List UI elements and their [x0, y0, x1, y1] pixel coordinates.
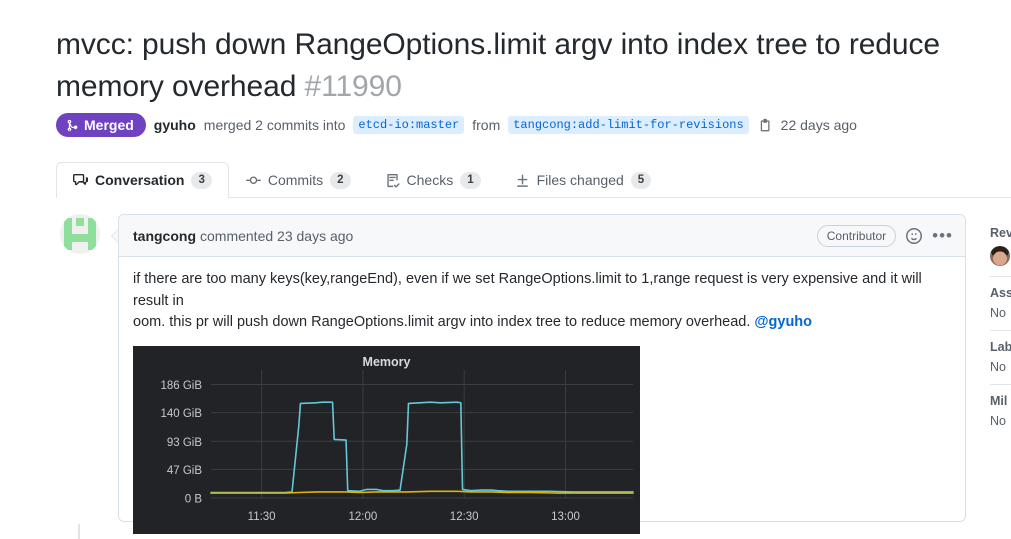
merged-timestamp: 22 days ago: [781, 117, 857, 133]
sidebar-labels-value: No: [990, 360, 1011, 374]
sidebar-assignees-title: Ass: [990, 286, 1011, 300]
tab-files-changed[interactable]: Files changed 5: [498, 162, 669, 197]
page-title: mvcc: push down RangeOptions.limit argv …: [56, 24, 1011, 108]
sidebar-milestone-value: No: [990, 414, 1011, 428]
pull-request-page: mvcc: push down RangeOptions.limit argv …: [0, 0, 1011, 539]
head-branch-chip[interactable]: tangcong:add-limit-for-revisions: [508, 116, 748, 134]
chart-canvas: 0 B 47 GiB 93 GiB 140 GiB 186 GiB 11:30 12:00 1…: [133, 346, 640, 534]
sidebar-divider: [990, 330, 1011, 331]
svg-text:11:30: 11:30: [248, 511, 276, 523]
sidebar-assignees-value: No: [990, 306, 1011, 320]
tab-conversation[interactable]: Conversation 3: [56, 162, 229, 198]
svg-text:13:00: 13:00: [551, 511, 580, 523]
tab-checks[interactable]: Checks 1: [368, 162, 498, 197]
avatar[interactable]: [60, 214, 100, 254]
pr-sidebar: Rev Ass No Lab No Mil No: [990, 226, 1011, 438]
pr-number: #11990: [305, 70, 402, 103]
comment-body: if there are too many keys(key,rangeEnd)…: [119, 257, 965, 534]
sidebar-section-labels[interactable]: Lab No: [990, 340, 1011, 374]
svg-text:12:30: 12:30: [450, 511, 479, 523]
comment-text-line-2-pre: oom. this pr will push down RangeOptions…: [133, 314, 754, 330]
tab-checks-count: 1: [460, 172, 480, 189]
status-badge[interactable]: Merged: [56, 113, 146, 137]
user-mention[interactable]: @gyuho: [754, 314, 812, 330]
base-branch-chip[interactable]: etcd-io:master: [353, 116, 464, 134]
timeline-connector: [78, 524, 80, 539]
sidebar-reviewers-title: Rev: [990, 226, 1011, 240]
checklist-icon: [385, 173, 400, 188]
diff-icon: [515, 173, 530, 188]
merger-username[interactable]: gyuho: [154, 117, 196, 133]
svg-text:12:00: 12:00: [349, 511, 378, 523]
merge-from-label: from: [472, 117, 500, 133]
pr-title-heading: mvcc: push down RangeOptions.limit argv …: [56, 24, 1011, 108]
tab-conversation-count: 3: [191, 172, 211, 189]
sidebar-milestone-title: Mil: [990, 394, 1011, 408]
pr-title-text: mvcc: push down RangeOptions.limit argv …: [56, 28, 940, 103]
copy-icon[interactable]: [759, 118, 773, 132]
chart-title: Memory: [133, 355, 640, 369]
reviewer-avatar[interactable]: [990, 246, 1010, 266]
identicon-icon: [60, 214, 100, 254]
sidebar-section-assignees[interactable]: Ass No: [990, 286, 1011, 320]
tab-files-changed-count: 5: [631, 172, 651, 189]
comment-card: tangcong commented 23 days ago Contribut…: [118, 214, 966, 522]
git-commit-icon: [246, 173, 261, 188]
comment-discussion-icon: [73, 173, 88, 188]
reaction-smiley-icon[interactable]: [906, 228, 922, 244]
sidebar-divider: [990, 384, 1011, 385]
comment-header: tangcong commented 23 days ago Contribut…: [119, 215, 965, 257]
tab-checks-label: Checks: [407, 172, 454, 188]
svg-text:47 GiB: 47 GiB: [167, 464, 202, 476]
comment-text-line-1: if there are too many keys(key,rangeEnd)…: [133, 269, 949, 312]
tab-files-changed-label: Files changed: [537, 172, 624, 188]
sidebar-section-milestone[interactable]: Mil No: [990, 394, 1011, 428]
sidebar-labels-title: Lab: [990, 340, 1011, 354]
git-merge-icon: [66, 119, 79, 132]
svg-text:93 GiB: 93 GiB: [167, 436, 202, 448]
tab-commits-count: 2: [330, 172, 350, 189]
tab-commits-label: Commits: [268, 172, 323, 188]
comment-menu-icon[interactable]: •••: [932, 231, 953, 241]
tab-commits[interactable]: Commits 2: [229, 162, 368, 197]
comment-author[interactable]: tangcong: [133, 228, 196, 244]
merge-state-bar: Merged gyuho merged 2 commits into etcd-…: [56, 113, 857, 137]
merge-description: merged 2 commits into: [204, 117, 346, 133]
tab-conversation-label: Conversation: [95, 172, 184, 188]
comment-text-line-2: oom. this pr will push down RangeOptions…: [133, 312, 949, 334]
comment-timestamp: commented 23 days ago: [200, 228, 353, 244]
pr-tabs: Conversation 3 Commits 2 Checks 1 Files …: [56, 162, 1011, 198]
contributor-badge: Contributor: [817, 225, 896, 247]
status-badge-label: Merged: [84, 118, 134, 132]
svg-text:140 GiB: 140 GiB: [160, 408, 202, 420]
memory-chart: Memory 0 B 47 GiB 93 GiB 140 GiB 186 GiB 11:3…: [133, 346, 640, 534]
svg-text:0 B: 0 B: [185, 493, 203, 505]
svg-text:186 GiB: 186 GiB: [160, 380, 202, 392]
sidebar-divider: [990, 276, 1011, 277]
sidebar-section-reviewers[interactable]: Rev: [990, 226, 1011, 266]
